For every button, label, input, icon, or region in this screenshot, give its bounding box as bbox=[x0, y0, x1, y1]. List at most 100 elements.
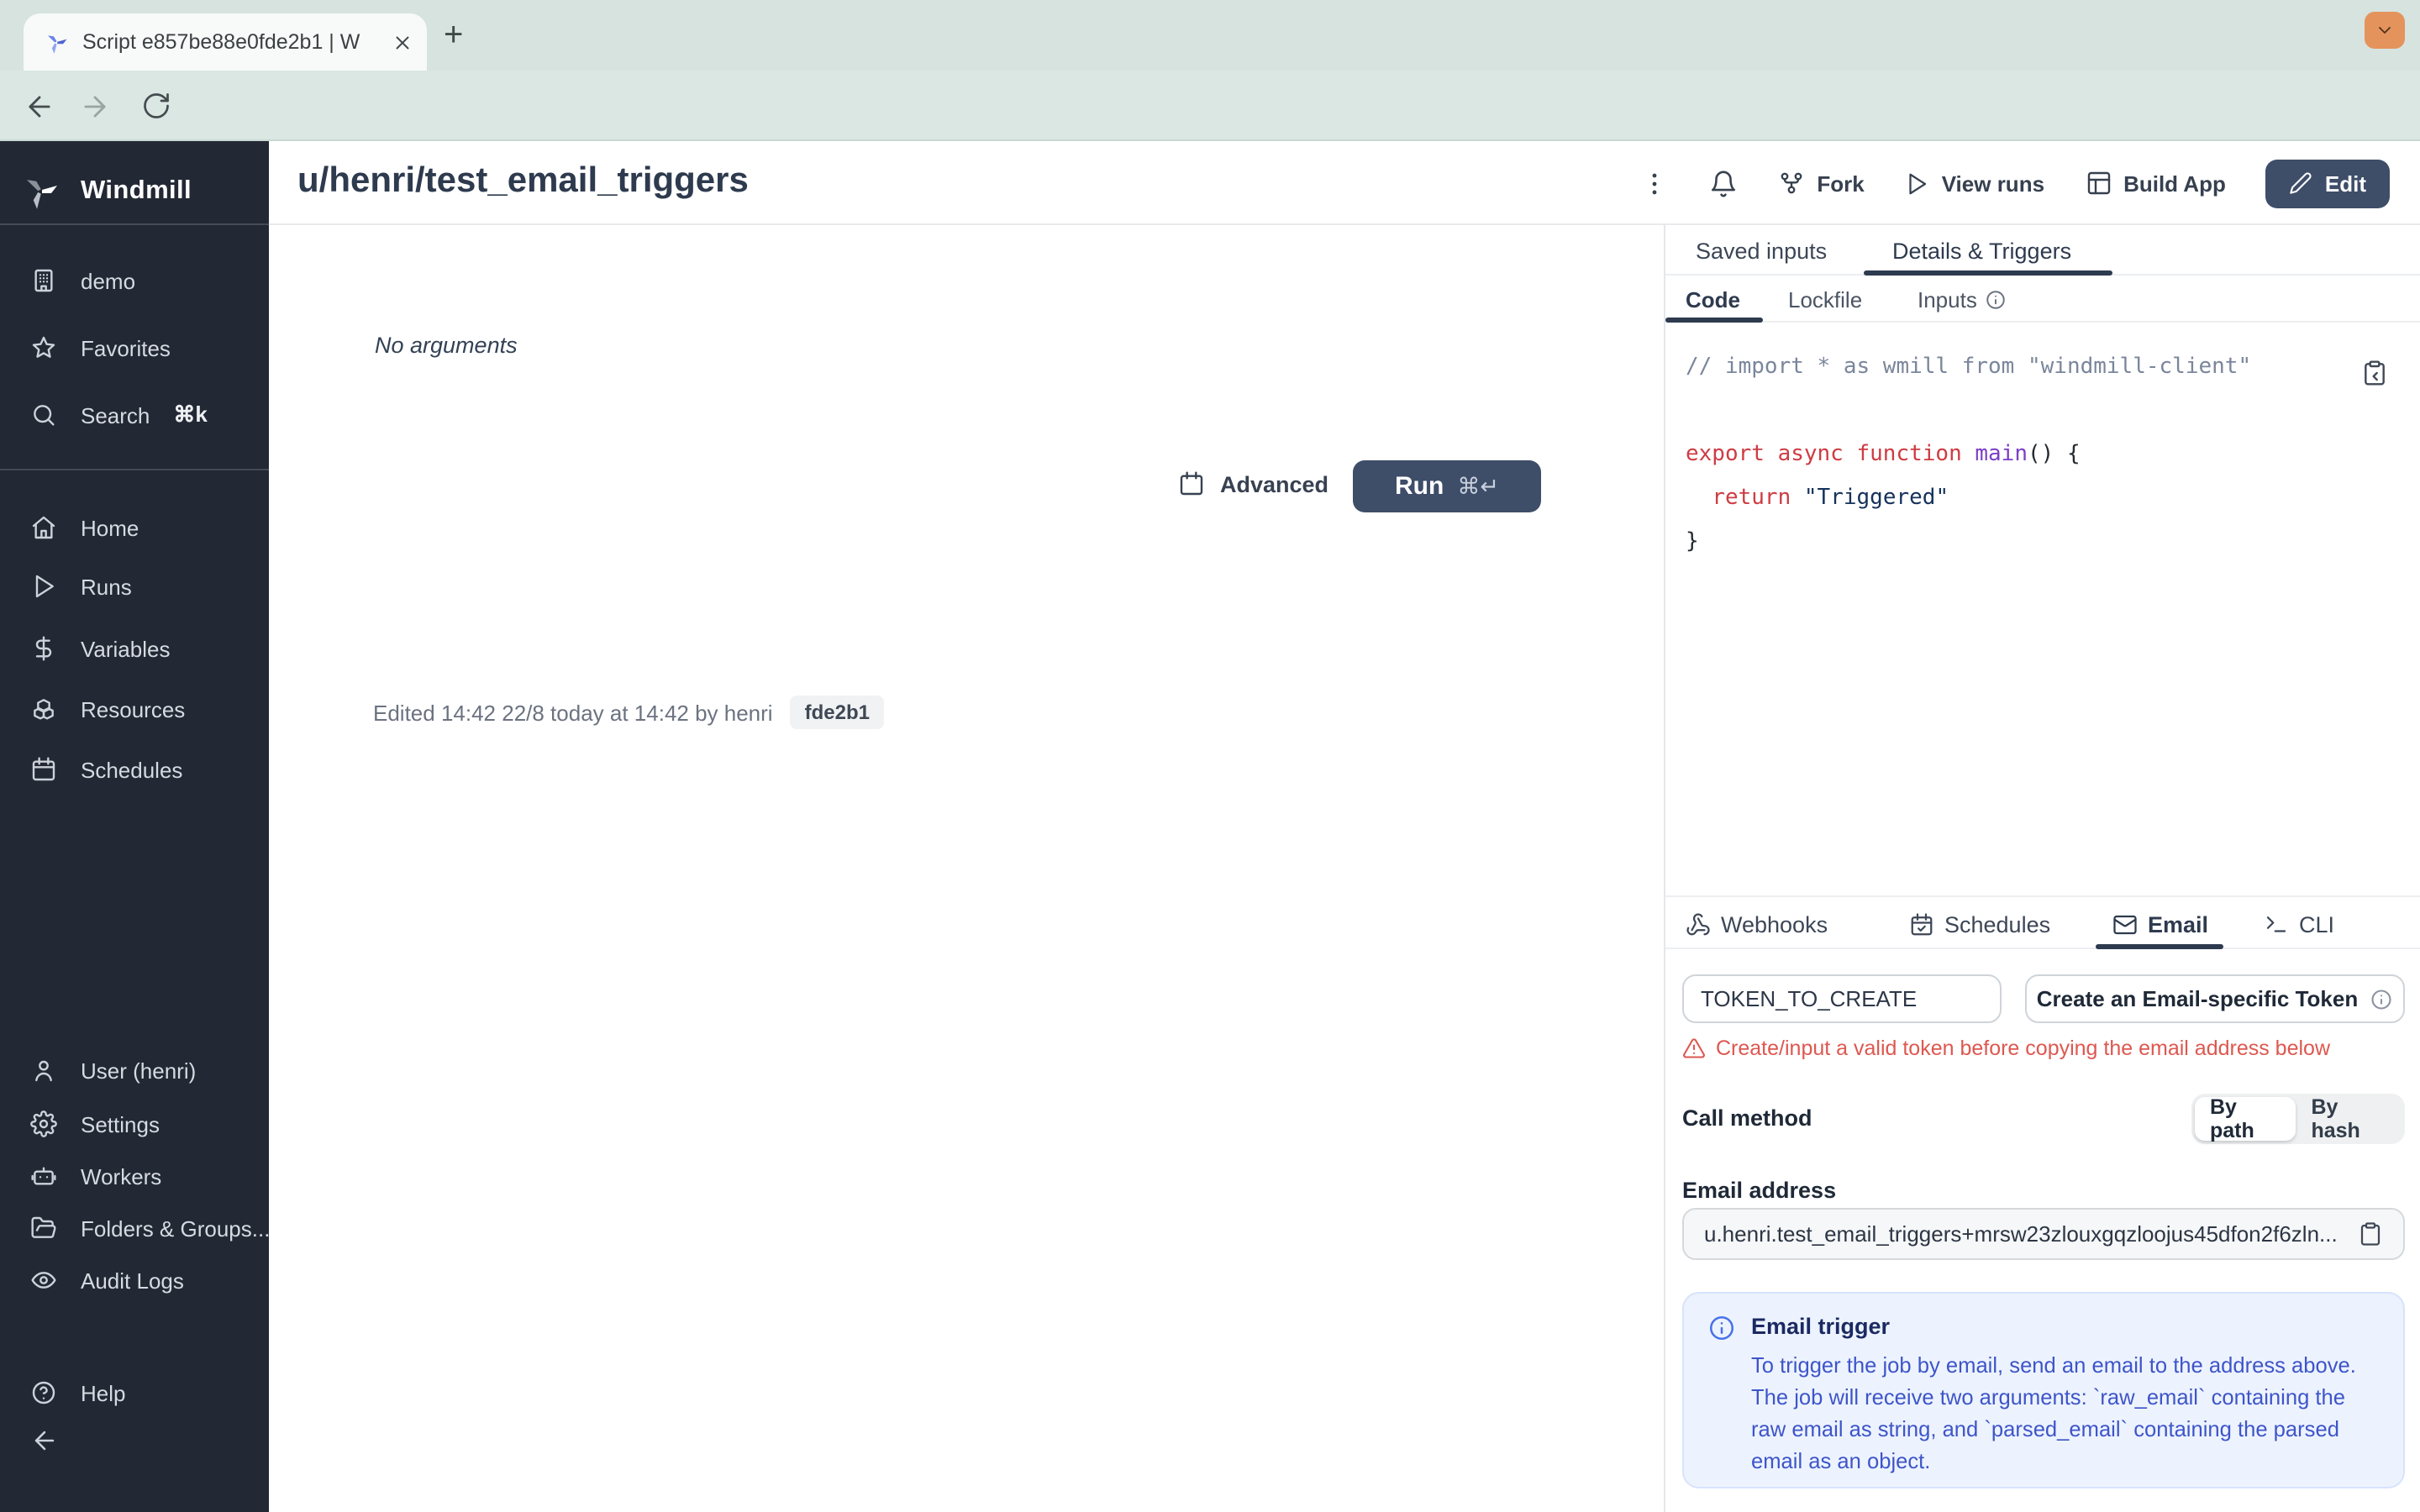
info-box-body: To trigger the job by email, send an ema… bbox=[1751, 1352, 2356, 1473]
sidebar-item-label: Resources bbox=[81, 696, 186, 722]
sidebar-item-label: Audit Logs bbox=[81, 1268, 184, 1293]
tab-email[interactable]: Email bbox=[2099, 897, 2222, 951]
run-shortcut: ⌘↵ bbox=[1457, 473, 1499, 498]
no-arguments-text: No arguments bbox=[375, 333, 518, 358]
new-tab-button[interactable]: + bbox=[444, 18, 463, 52]
create-token-button[interactable]: Create an Email-specific Token bbox=[2025, 974, 2405, 1023]
run-label: Run bbox=[1395, 472, 1444, 501]
token-warning-text: Create/input a valid token before copyin… bbox=[1716, 1037, 2330, 1060]
sidebar-item-settings[interactable]: Settings bbox=[0, 1102, 269, 1146]
info-box-title: Email trigger bbox=[1751, 1314, 1891, 1339]
help-icon bbox=[30, 1379, 57, 1406]
sidebar-item-label: Folders & Groups... bbox=[81, 1215, 271, 1241]
windmill-favicon-icon bbox=[44, 29, 69, 55]
eye-icon bbox=[30, 1267, 57, 1294]
sidebar-divider bbox=[0, 469, 269, 470]
sidebar-item-workers[interactable]: Workers bbox=[0, 1154, 269, 1198]
email-address-field[interactable]: u.henri.test_email_triggers+mrsw23zlouxg… bbox=[1682, 1208, 2405, 1260]
build-app-label: Build App bbox=[2123, 171, 2226, 196]
edited-text: Edited 14:42 22/8 today at 14:42 by henr… bbox=[373, 700, 773, 725]
by-path-option[interactable]: By path bbox=[2195, 1095, 2296, 1142]
brand-row[interactable]: Windmill bbox=[0, 161, 269, 222]
back-icon[interactable] bbox=[20, 87, 57, 124]
arrow-left-icon bbox=[30, 1425, 57, 1454]
gear-icon bbox=[30, 1110, 57, 1137]
fork-button[interactable]: Fork bbox=[1778, 170, 1865, 197]
search-icon bbox=[30, 402, 57, 428]
play-icon bbox=[30, 573, 57, 600]
sidebar-item-search[interactable]: Search ⌘k bbox=[0, 393, 269, 437]
sidebar-divider bbox=[0, 223, 269, 225]
sidebar-item-folders-groups[interactable]: Folders & Groups... bbox=[0, 1206, 271, 1250]
sidebar-item-help[interactable]: Help bbox=[0, 1371, 269, 1415]
sidebar-item-favorites[interactable]: Favorites bbox=[0, 326, 269, 370]
calendar-icon bbox=[30, 756, 57, 783]
panel-tabs: Saved inputs Details & Triggers bbox=[1665, 225, 2420, 276]
tab-webhooks[interactable]: Webhooks bbox=[1672, 897, 1841, 951]
tab-saved-inputs[interactable]: Saved inputs bbox=[1696, 225, 1827, 276]
kebab-menu-icon[interactable] bbox=[1640, 169, 1669, 197]
tab-email-label: Email bbox=[2148, 911, 2209, 937]
sidebar-item-runs[interactable]: Runs bbox=[0, 564, 269, 608]
sidebar-item-schedules[interactable]: Schedules bbox=[0, 748, 269, 791]
fork-label: Fork bbox=[1817, 171, 1865, 196]
sidebar-item-variables[interactable]: Variables bbox=[0, 627, 269, 670]
sidebar-item-workspace[interactable]: demo bbox=[0, 259, 269, 302]
tab-cli[interactable]: CLI bbox=[2250, 897, 2348, 951]
sidebar-item-label: Help bbox=[81, 1380, 126, 1405]
build-app-button[interactable]: Build App bbox=[2085, 170, 2226, 197]
sidebar: Windmill demo Favorites Search ⌘k Home R… bbox=[0, 141, 271, 1512]
copy-email-icon[interactable] bbox=[2358, 1221, 2383, 1247]
page-title: u/henri/test_email_triggers bbox=[297, 161, 749, 200]
tab-lockfile[interactable]: Lockfile bbox=[1788, 276, 1862, 323]
brand-name: Windmill bbox=[81, 176, 192, 205]
code-tabs: Code Lockfile Inputs bbox=[1665, 276, 2420, 323]
sidebar-item-label: Runs bbox=[81, 574, 132, 599]
email-address-value: u.henri.test_email_triggers+mrsw23zlouxg… bbox=[1704, 1221, 2338, 1247]
tab-details-triggers[interactable]: Details & Triggers bbox=[1892, 225, 2071, 276]
tab-search-chevron-button[interactable] bbox=[2365, 12, 2405, 49]
browser-toolbar: app.windmill.dev/scripts/get/e857be88e0f… bbox=[0, 71, 2420, 203]
copy-code-icon[interactable] bbox=[2361, 360, 2388, 386]
sidebar-item-label: User (henri) bbox=[81, 1058, 197, 1083]
tab-schedules[interactable]: Schedules bbox=[1896, 897, 2064, 951]
boxes-icon bbox=[30, 696, 57, 722]
sidebar-item-label: Home bbox=[81, 515, 139, 540]
sidebar-item-home[interactable]: Home bbox=[0, 506, 269, 549]
call-method-toggle: By path By hash bbox=[2191, 1094, 2405, 1144]
notifications-bell-icon[interactable] bbox=[1709, 169, 1738, 197]
email-address-label: Email address bbox=[1682, 1178, 1837, 1203]
tab-close-icon[interactable] bbox=[392, 31, 413, 53]
forward-icon[interactable] bbox=[76, 87, 113, 124]
run-button[interactable]: Run ⌘↵ bbox=[1353, 460, 1541, 512]
tab-strip: Script e857be88e0fde2b1 | W + bbox=[0, 0, 2420, 71]
sidebar-collapse-button[interactable] bbox=[0, 1418, 269, 1462]
token-warning: Create/input a valid token before copyin… bbox=[1682, 1035, 2405, 1062]
sidebar-item-resources[interactable]: Resources bbox=[0, 687, 269, 731]
sidebar-item-label: Settings bbox=[81, 1111, 160, 1137]
browser-tab[interactable]: Script e857be88e0fde2b1 | W bbox=[24, 13, 427, 71]
token-input[interactable] bbox=[1682, 974, 2002, 1023]
script-hash-badge[interactable]: fde2b1 bbox=[789, 696, 885, 729]
header-actions: Fork View runs Build App Edit bbox=[1640, 141, 2390, 225]
star-icon bbox=[30, 334, 57, 361]
advanced-button[interactable]: Advanced bbox=[1178, 470, 1328, 497]
sidebar-item-audit-logs[interactable]: Audit Logs bbox=[0, 1258, 269, 1302]
reload-icon[interactable] bbox=[138, 87, 175, 124]
tab-code[interactable]: Code bbox=[1686, 276, 1740, 323]
code-viewer[interactable]: // import * as wmill from "windmill-clie… bbox=[1665, 323, 2420, 564]
tab-inputs[interactable]: Inputs bbox=[1918, 276, 2007, 323]
view-runs-button[interactable]: View runs bbox=[1905, 171, 2044, 196]
search-shortcut: ⌘k bbox=[173, 402, 208, 427]
edit-button[interactable]: Edit bbox=[2265, 159, 2390, 207]
tab-title: Script e857be88e0fde2b1 | W bbox=[82, 30, 360, 54]
home-icon bbox=[30, 514, 57, 541]
active-trigger-tab-underline bbox=[2096, 944, 2223, 949]
tab-inputs-label: Inputs bbox=[1918, 286, 1977, 312]
by-hash-option[interactable]: By hash bbox=[2296, 1095, 2402, 1142]
windmill-logo-icon bbox=[20, 171, 60, 212]
sidebar-item-user[interactable]: User (henri) bbox=[0, 1048, 269, 1092]
folder-open-icon bbox=[30, 1215, 57, 1242]
create-token-label: Create an Email-specific Token bbox=[2036, 986, 2359, 1011]
sidebar-item-label: Variables bbox=[81, 636, 171, 661]
